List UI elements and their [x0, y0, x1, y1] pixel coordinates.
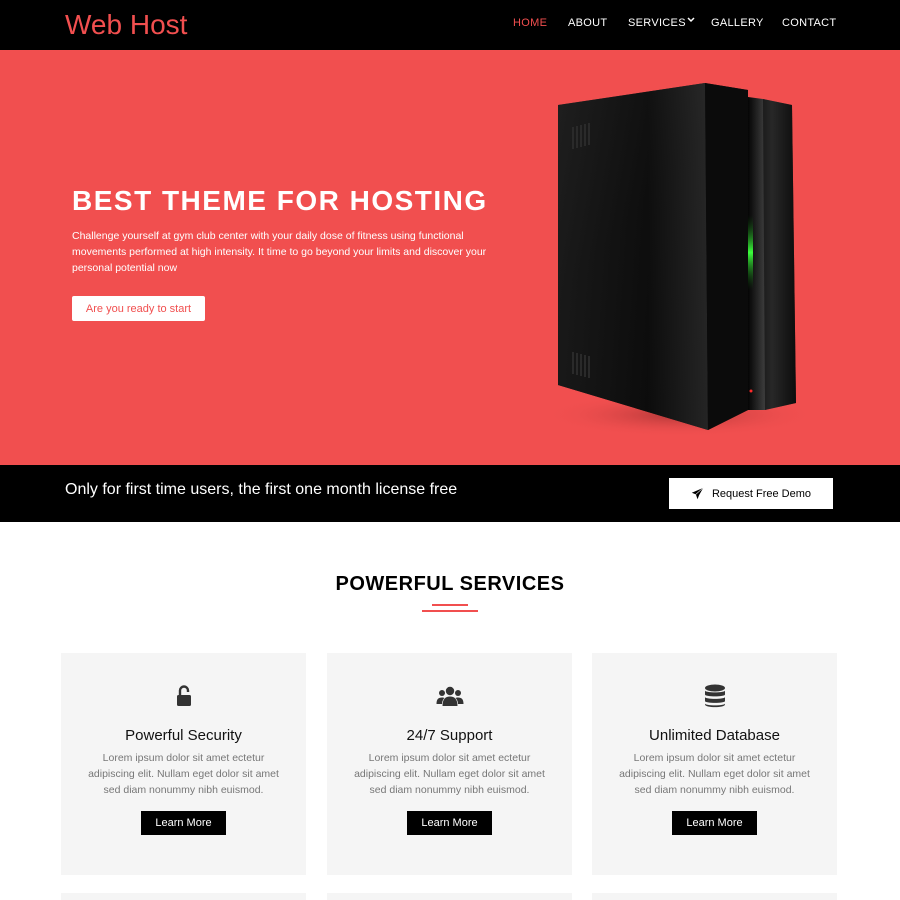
- service-card-next: [327, 893, 572, 900]
- hero-banner: BEST THEME FOR HOSTING Challenge yoursel…: [0, 50, 900, 465]
- promo-text: Only for first time users, the first one…: [65, 481, 458, 498]
- card-title: Powerful Security: [125, 727, 242, 744]
- request-demo-label: Request Free Demo: [711, 487, 812, 500]
- card-text: Lorem ipsum dolor sit amet ectetur adipi…: [619, 752, 810, 796]
- nav-about[interactable]: ABOUT: [568, 17, 607, 29]
- nav-services[interactable]: SERVICES: [628, 17, 686, 29]
- start-button[interactable]: Are you ready to start: [72, 296, 205, 321]
- paper-plane-icon: [691, 487, 704, 500]
- nav-home[interactable]: HOME: [513, 17, 547, 29]
- learn-more-button[interactable]: Learn More: [407, 811, 492, 835]
- learn-more-button[interactable]: Learn More: [672, 811, 757, 835]
- card-text: Lorem ipsum dolor sit amet ectetur adipi…: [354, 752, 545, 796]
- services-title: POWERFUL SERVICES: [335, 573, 565, 595]
- card-title: Unlimited Database: [649, 727, 780, 744]
- site-header: Web Host HOME ABOUT SERVICES GALLERY CON…: [0, 0, 900, 50]
- hero-title: BEST THEME FOR HOSTING: [72, 185, 488, 216]
- service-card-database: Unlimited Database Lorem ipsum dolor sit…: [592, 653, 837, 875]
- nav-contact[interactable]: CONTACT: [782, 17, 836, 29]
- service-card-next: [592, 893, 837, 900]
- chevron-down-icon[interactable]: [686, 15, 696, 25]
- database-icon: [704, 684, 725, 708]
- unlock-icon: [176, 685, 191, 706]
- promo-bar: Only for first time users, the first one…: [0, 465, 900, 522]
- card-text: Lorem ipsum dolor sit amet ectetur adipi…: [88, 752, 279, 796]
- service-card-security: Powerful Security Lorem ipsum dolor sit …: [61, 653, 306, 875]
- main-nav: HOME ABOUT SERVICES GALLERY CONTACT: [0, 0, 900, 50]
- request-demo-button[interactable]: Request Free Demo: [669, 478, 833, 509]
- server-tower-image: [545, 83, 815, 437]
- nav-gallery[interactable]: GALLERY: [711, 17, 764, 29]
- hero-text: Challenge yourself at gym club center wi…: [72, 230, 487, 274]
- users-icon: [436, 686, 463, 706]
- card-title: 24/7 Support: [406, 727, 493, 744]
- service-card-next: [61, 893, 306, 900]
- learn-more-button[interactable]: Learn More: [141, 811, 226, 835]
- title-underline: [422, 604, 478, 614]
- service-card-support: 24/7 Support Lorem ipsum dolor sit amet …: [327, 653, 572, 875]
